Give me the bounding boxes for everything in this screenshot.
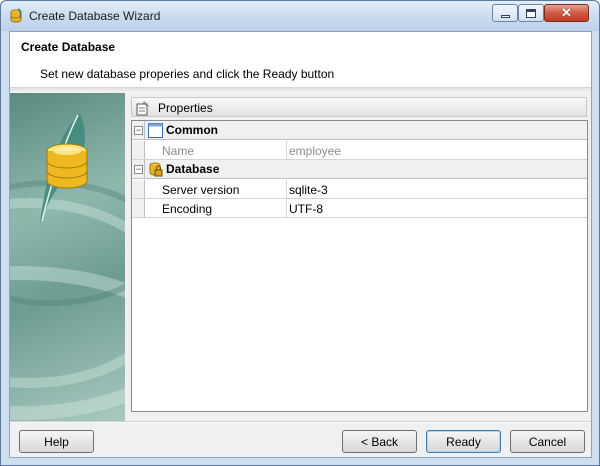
collapse-icon[interactable]: −: [134, 165, 143, 174]
property-name: Server version: [162, 183, 240, 197]
property-name: Encoding: [162, 202, 213, 216]
database-app-icon: [10, 8, 22, 23]
common-category-icon: [148, 123, 163, 138]
property-name: Name: [162, 144, 195, 158]
minimize-button[interactable]: [492, 4, 518, 22]
ready-button[interactable]: Ready: [426, 430, 501, 453]
property-row-name[interactable]: Name employee: [132, 141, 587, 160]
properties-label: Properties: [158, 101, 213, 115]
category-database[interactable]: − Database: [132, 160, 587, 179]
wizard-client-area: Create Database Set new database properi…: [9, 31, 592, 458]
wizard-header: Create Database Set new database properi…: [10, 32, 591, 87]
property-name-cell: Name: [146, 141, 287, 160]
database-lock-icon: [149, 162, 163, 177]
property-value-server-version[interactable]: sqlite-3: [289, 183, 328, 197]
row-gutter: −: [132, 121, 145, 139]
wizard-side-image: [10, 93, 125, 421]
property-value-encoding[interactable]: UTF-8: [289, 202, 323, 216]
close-icon: ✕: [561, 5, 572, 20]
title-bar[interactable]: Create Database Wizard ✕: [1, 1, 599, 31]
back-button[interactable]: < Back: [342, 430, 417, 453]
row-gutter: [132, 180, 145, 198]
wizard-window: Create Database Wizard ✕ Create Database…: [0, 0, 600, 466]
category-label: Common: [166, 123, 218, 137]
collapse-icon[interactable]: −: [134, 126, 143, 135]
window-title: Create Database Wizard: [29, 9, 161, 23]
properties-icon: [136, 101, 149, 116]
property-grid[interactable]: − Common Name employee − Database Server…: [131, 120, 588, 412]
property-value-name: employee: [289, 144, 342, 158]
maximize-icon: [526, 8, 536, 18]
properties-header: Properties: [131, 97, 587, 117]
row-gutter: −: [132, 160, 145, 178]
page-subtitle: Set new database properies and click the…: [40, 67, 335, 81]
footer-divider: [10, 421, 591, 423]
property-row-server-version[interactable]: Server version sqlite-3: [132, 180, 587, 199]
close-button[interactable]: ✕: [544, 4, 589, 22]
row-gutter: [132, 141, 145, 159]
category-common[interactable]: − Common: [132, 121, 587, 140]
cancel-button[interactable]: Cancel: [510, 430, 585, 453]
category-label: Database: [166, 162, 220, 176]
wizard-side-illustration: [10, 113, 125, 420]
database-icon: [46, 143, 88, 189]
minimize-icon: [500, 14, 510, 18]
properties-panel: Properties − Common Name employee − Data…: [125, 93, 591, 421]
property-name-cell: Encoding: [146, 199, 287, 218]
row-gutter: [132, 199, 145, 217]
property-name-cell: Server version: [146, 180, 287, 199]
help-button[interactable]: Help: [19, 430, 94, 453]
page-title: Create Database: [21, 40, 116, 54]
property-row-encoding[interactable]: Encoding UTF-8: [132, 199, 587, 218]
maximize-button[interactable]: [518, 4, 544, 22]
